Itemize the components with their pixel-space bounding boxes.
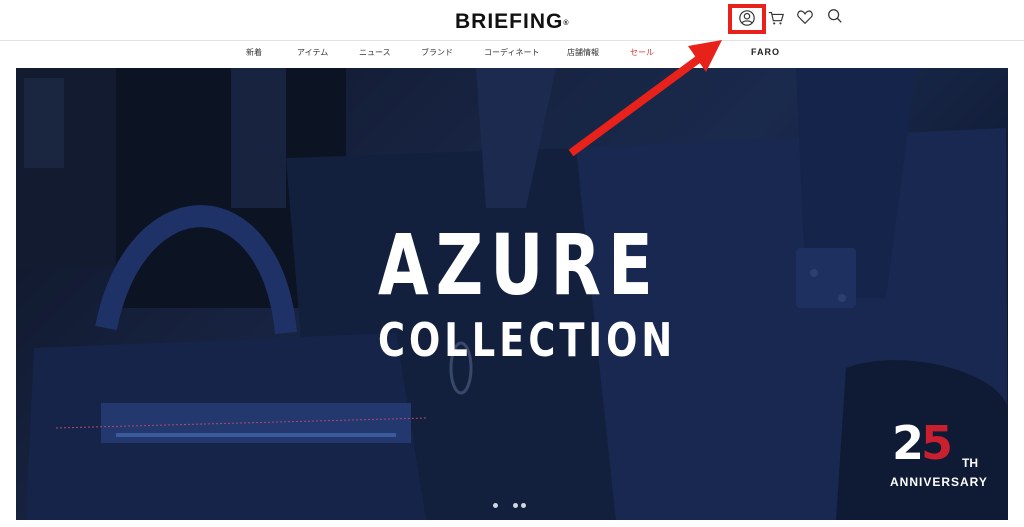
nav-item-items[interactable]: アイテム — [297, 48, 328, 58]
nav-item-news[interactable]: ニュース — [359, 48, 391, 58]
carousel-dot[interactable] — [493, 503, 498, 508]
nav-item-faro[interactable]: FARO — [751, 47, 780, 57]
hero-banner[interactable]: AZURE COLLECTION 25 TH ANNIVERSARY — [16, 68, 1008, 520]
carousel-dot[interactable] — [521, 503, 526, 508]
site-header: BRIEFING® — [0, 0, 1024, 40]
brand-logo[interactable]: BRIEFING® — [455, 11, 575, 33]
annotation-highlight-box — [728, 4, 766, 34]
nav-item-brand[interactable]: ブランド — [421, 48, 453, 58]
cart-icon[interactable] — [764, 6, 788, 30]
main-nav: 新着 アイテム ニュース ブランド コーディネート 店舗情報 セール FARO — [0, 41, 1024, 66]
nav-item-new[interactable]: 新着 — [246, 48, 262, 58]
nav-item-coordinate[interactable]: コーディネート — [484, 48, 539, 58]
hero-subtitle: COLLECTION — [378, 313, 677, 367]
carousel-dot[interactable] — [513, 503, 518, 508]
hero-title: AZURE — [378, 216, 660, 314]
nav-item-stores[interactable]: 店舗情報 — [567, 48, 599, 58]
wishlist-heart-icon[interactable] — [793, 5, 817, 29]
anniversary-badge: 25 TH ANNIVERSARY — [890, 416, 988, 489]
nav-item-sale[interactable]: セール — [630, 48, 654, 58]
search-icon[interactable] — [823, 4, 847, 28]
